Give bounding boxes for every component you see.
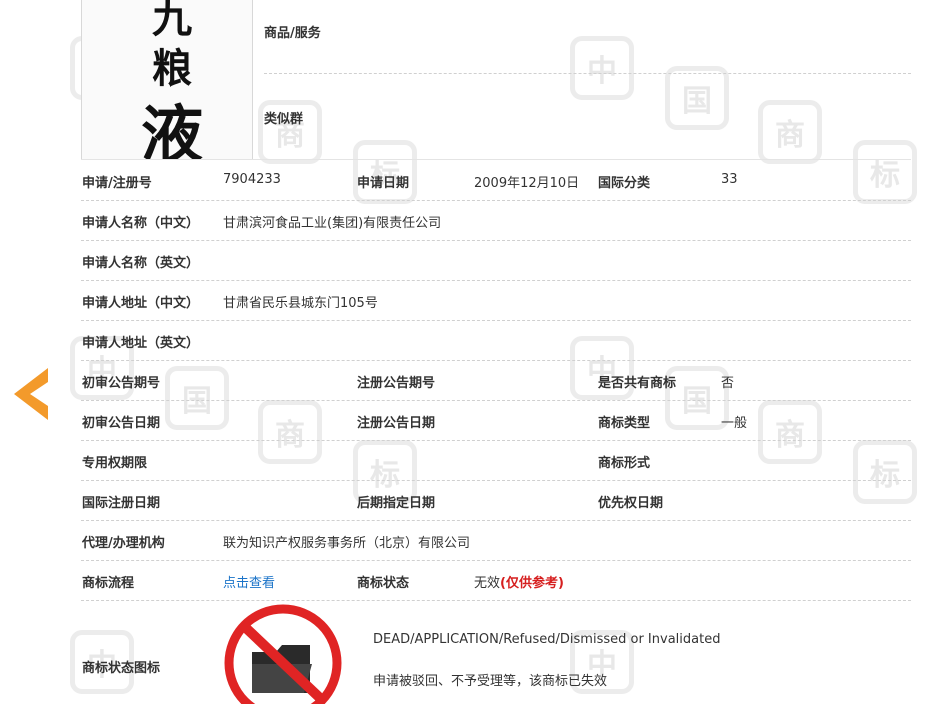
divider [81,440,911,441]
divider [81,240,911,241]
app-date-label: 申请日期 [357,176,410,191]
intl-class-value: 33 [721,172,738,187]
similar-group-label: 类似群 [264,112,304,127]
status-icon-label: 商标状态图标 [82,661,161,676]
divider [81,280,911,281]
shared-value: 否 [721,376,735,391]
shared-label: 是否共有商标 [598,376,677,391]
intl-class-label: 国际分类 [598,176,651,191]
tm-form-label: 商标形式 [598,456,651,471]
agent-value: 联为知识产权服务事务所（北京）有限公司 [223,536,471,551]
status-label: 商标状态 [357,576,410,591]
divider [81,480,911,481]
prev-arrow-icon[interactable] [14,368,50,420]
divider [81,320,911,321]
flow-link[interactable]: 点击查看 [223,572,275,591]
address-cn-value: 甘肃省民乐县城东门105号 [223,296,378,311]
status-value: 无效(仅供参考) [474,572,564,591]
exclusive-label: 专用权期限 [82,456,148,471]
reg-no-label: 申请/注册号 [82,176,152,191]
applicant-en-label: 申请人名称（英文） [82,256,200,271]
priority-label: 优先权日期 [598,496,664,511]
trademark-detail: 九 粮 液 商品/服务 类似群 申请/注册号 7904233 申请日期 2009… [0,0,939,704]
divider [81,560,911,561]
divider [81,600,911,601]
reg-pub-date-label: 注册公告日期 [357,416,436,431]
status-en-desc: DEAD/APPLICATION/Refused/Dismissed or In… [373,632,721,647]
prelim-no-label: 初审公告期号 [82,376,161,391]
intl-reg-date-label: 国际注册日期 [82,496,161,511]
prelim-date-label: 初审公告日期 [82,416,161,431]
dead-folder-icon [224,604,342,704]
goods-label: 商品/服务 [264,26,321,41]
divider [81,400,911,401]
trademark-image: 九 粮 液 [81,0,253,160]
divider [81,520,911,521]
divider [264,73,911,74]
status-text: 无效 [474,576,501,591]
reg-no-value: 7904233 [223,172,281,187]
tm-type-value: 一般 [721,416,748,431]
address-en-label: 申请人地址（英文） [82,336,200,351]
trademark-char: 液 [140,98,203,160]
divider [81,159,911,160]
agent-label: 代理/办理机构 [82,536,165,551]
app-date-value: 2009年12月10日 [474,176,580,191]
later-date-label: 后期指定日期 [357,496,436,511]
flow-label: 商标流程 [82,576,135,591]
address-cn-label: 申请人地址（中文） [82,296,200,311]
status-cn-desc: 申请被驳回、不予受理等，该商标已失效 [373,674,608,689]
reg-pub-no-label: 注册公告期号 [357,376,436,391]
applicant-cn-label: 申请人名称（中文） [82,216,200,231]
applicant-cn-value: 甘肃滨河食品工业(集团)有限责任公司 [223,216,442,231]
tm-type-label: 商标类型 [598,416,651,431]
divider [81,200,911,201]
divider [81,360,911,361]
status-note: (仅供参考) [500,576,564,591]
